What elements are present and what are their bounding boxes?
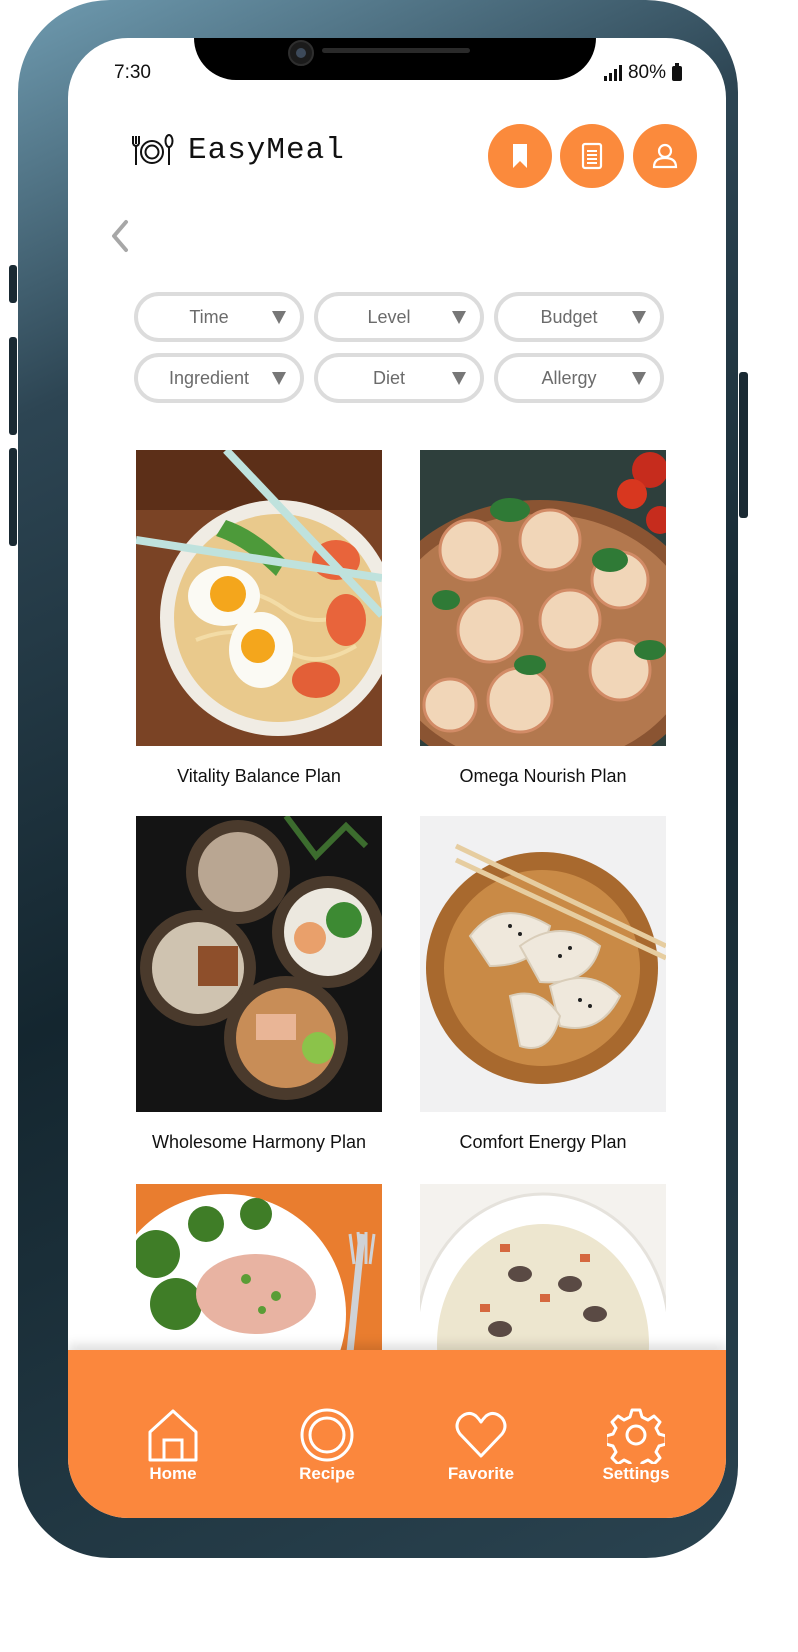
meal-photo <box>420 1184 666 1352</box>
filter-label: Ingredient <box>168 367 250 388</box>
nav-label: Settings <box>602 1464 670 1483</box>
meal-plan-card[interactable]: Comfort Energy Plan <box>420 816 666 1153</box>
volume-down-button <box>9 448 17 546</box>
meal-photo <box>420 816 666 1112</box>
meal-plan-title: Vitality Balance Plan <box>177 766 341 786</box>
dropdown-caret-icon <box>272 310 286 324</box>
plate-cutlery-icon <box>132 134 174 165</box>
back-arrow-icon[interactable] <box>106 216 134 256</box>
phone-frame: 7:30 80% EasyMeal Time Level Budget Ingr… <box>9 0 748 1558</box>
dropdown-caret-icon <box>452 310 466 324</box>
recipe-icon <box>300 1408 354 1462</box>
dropdown-caret-icon <box>632 310 646 324</box>
home-icon <box>148 1409 198 1462</box>
filter-label: Diet <box>372 367 405 388</box>
dropdown-caret-icon <box>632 371 646 385</box>
meal-plan-card[interactable] <box>420 1184 666 1352</box>
filter-diet[interactable]: Diet <box>314 353 484 403</box>
dropdown-caret-icon <box>272 371 286 385</box>
shopping-list-button[interactable] <box>560 124 624 188</box>
nav-label: Favorite <box>447 1464 515 1483</box>
filter-label: Level <box>367 306 411 327</box>
signal-icon <box>603 65 622 81</box>
power-button <box>739 372 748 518</box>
filter-label: Allergy <box>541 367 597 388</box>
bottom-navigation: Home Recipe Favorite Settings <box>68 1350 726 1518</box>
meal-photo <box>136 450 382 746</box>
battery-icon <box>672 62 682 81</box>
meal-plan-card[interactable]: Omega Nourish Plan <box>420 450 666 787</box>
meal-plan-card[interactable]: Wholesome Harmony Plan <box>136 816 382 1153</box>
nav-label: Home <box>149 1464 197 1483</box>
filter-label: Budget <box>540 306 598 327</box>
filter-level[interactable]: Level <box>314 292 484 342</box>
meal-plan-title: Comfort Energy Plan <box>459 1132 627 1152</box>
bookmark-icon <box>513 144 527 168</box>
nav-home[interactable]: Home <box>118 1406 228 1484</box>
meal-plan-card[interactable] <box>136 1184 382 1352</box>
gear-icon <box>607 1408 665 1464</box>
app-name: EasyMeal <box>188 132 345 168</box>
status-indicators: 80% <box>603 62 682 84</box>
nav-favorite[interactable]: Favorite <box>426 1406 536 1484</box>
filter-allergy[interactable]: Allergy <box>494 353 664 403</box>
meal-plan-card[interactable]: Vitality Balance Plan <box>136 450 382 787</box>
volume-up-button <box>9 337 17 435</box>
filter-label: Time <box>189 306 229 327</box>
nav-settings[interactable]: Settings <box>581 1406 691 1484</box>
status-time: 7:30 <box>114 62 151 83</box>
document-list-icon <box>581 142 603 170</box>
dropdown-caret-icon <box>452 371 466 385</box>
earpiece-speaker <box>322 48 470 53</box>
user-icon <box>652 143 678 169</box>
nav-label: Recipe <box>299 1464 355 1483</box>
front-camera <box>288 40 314 66</box>
filter-budget[interactable]: Budget <box>494 292 664 342</box>
side-button <box>9 265 17 303</box>
filter-ingredient[interactable]: Ingredient <box>134 353 304 403</box>
battery-percent: 80% <box>627 62 666 83</box>
meal-plan-title: Wholesome Harmony Plan <box>151 1132 367 1152</box>
heart-icon <box>455 1411 507 1458</box>
bookmark-button[interactable] <box>488 124 552 188</box>
notch <box>194 38 596 80</box>
filter-time[interactable]: Time <box>134 292 304 342</box>
profile-button[interactable] <box>633 124 697 188</box>
meal-photo <box>420 450 666 746</box>
app-screen: 7:30 80% EasyMeal Time Level Budget Ingr… <box>68 38 726 1518</box>
nav-recipe[interactable]: Recipe <box>272 1406 382 1484</box>
app-logo: EasyMeal <box>128 132 345 168</box>
meal-photo <box>136 1184 382 1352</box>
meal-photo <box>136 816 382 1112</box>
meal-plan-title: Omega Nourish Plan <box>459 766 627 786</box>
